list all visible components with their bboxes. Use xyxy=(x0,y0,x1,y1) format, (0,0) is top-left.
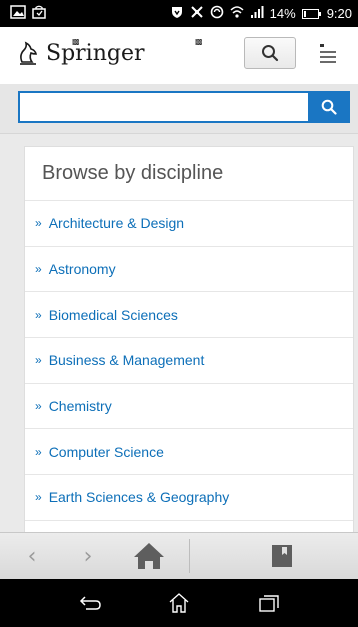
browse-panel: Browse by discipline » Architecture & De… xyxy=(24,146,354,532)
status-bar: 14% 9:20 xyxy=(0,0,358,27)
discipline-label: Business & Management xyxy=(48,352,205,369)
discipline-item-chemistry[interactable]: » Chemistry xyxy=(25,384,353,430)
signal-icon xyxy=(250,5,264,22)
sync-icon xyxy=(210,5,224,22)
discipline-label: Chemistry xyxy=(48,398,112,415)
chevron-right-icon: » xyxy=(35,262,42,277)
discipline-label: Biomedical Sciences xyxy=(48,306,178,323)
logo-text: Springer xyxy=(46,40,145,66)
forward-button[interactable]: › xyxy=(70,533,106,579)
marker-icon: ▩ xyxy=(72,37,80,46)
search-bar xyxy=(0,84,358,134)
home-button[interactable] xyxy=(124,533,174,579)
shield-icon xyxy=(170,5,184,22)
mute-icon xyxy=(190,5,204,22)
header: Springer ▩ ▩ xyxy=(0,27,358,82)
nav-back-button[interactable] xyxy=(50,579,130,627)
menu-icon xyxy=(320,44,336,63)
discipline-item-astronomy[interactable]: » Astronomy xyxy=(25,247,353,293)
discipline-item-biomedical[interactable]: » Biomedical Sciences xyxy=(25,292,353,339)
home-icon xyxy=(169,593,189,613)
discipline-label: Earth Sciences & Geography xyxy=(48,489,230,506)
discipline-label: Computer Science xyxy=(48,443,164,460)
chevron-right-icon: » xyxy=(35,490,42,505)
image-icon xyxy=(10,5,26,22)
battery-percent: 14% xyxy=(269,6,296,21)
search-input[interactable] xyxy=(18,91,308,123)
discipline-item-earth-sciences[interactable]: » Earth Sciences & Geography xyxy=(25,475,353,521)
search-icon xyxy=(262,45,279,62)
recents-icon xyxy=(259,595,279,612)
search-submit-button[interactable] xyxy=(308,91,350,123)
springer-logo[interactable]: Springer xyxy=(16,40,145,66)
back-button[interactable]: ‹ xyxy=(14,533,50,579)
forward-arrow-icon: › xyxy=(83,543,93,569)
chevron-right-icon: » xyxy=(35,399,42,414)
chevron-right-icon: » xyxy=(35,353,42,368)
chevron-right-icon: » xyxy=(35,216,42,231)
bag-icon xyxy=(32,5,46,22)
marker-icon: ▩ xyxy=(195,37,203,46)
android-nav-bar xyxy=(0,579,358,627)
browse-title: Browse by discipline xyxy=(25,147,353,201)
back-icon xyxy=(79,596,101,610)
main-content: Browse by discipline » Architecture & De… xyxy=(0,134,358,532)
search-button[interactable] xyxy=(244,37,296,69)
discipline-item-architecture[interactable]: » Architecture & Design xyxy=(25,201,353,247)
discipline-label: Astronomy xyxy=(48,261,116,278)
discipline-label: Architecture & Design xyxy=(48,215,185,232)
menu-button[interactable] xyxy=(308,37,348,69)
springer-horse-icon xyxy=(20,41,38,65)
clock: 9:20 xyxy=(326,6,352,21)
nav-home-button[interactable] xyxy=(139,579,219,627)
status-left xyxy=(10,5,46,22)
back-arrow-icon: ‹ xyxy=(27,543,37,569)
chevron-right-icon: » xyxy=(35,444,42,459)
bookmark-icon xyxy=(272,545,292,567)
status-right: 14% 9:20 xyxy=(170,5,352,22)
bookmark-button[interactable] xyxy=(262,533,302,579)
chevron-right-icon: » xyxy=(35,307,42,322)
nav-recents-button[interactable] xyxy=(229,579,309,627)
discipline-list: » Architecture & Design » Astronomy » Bi… xyxy=(25,201,353,521)
discipline-item-business[interactable]: » Business & Management xyxy=(25,338,353,384)
battery-icon xyxy=(301,8,321,19)
browser-toolbar: ‹ › xyxy=(0,532,358,579)
search-icon xyxy=(321,99,337,115)
home-icon xyxy=(134,543,164,569)
discipline-item-computer-science[interactable]: » Computer Science xyxy=(25,429,353,476)
wifi-icon xyxy=(230,5,244,22)
toolbar-divider xyxy=(189,539,190,573)
